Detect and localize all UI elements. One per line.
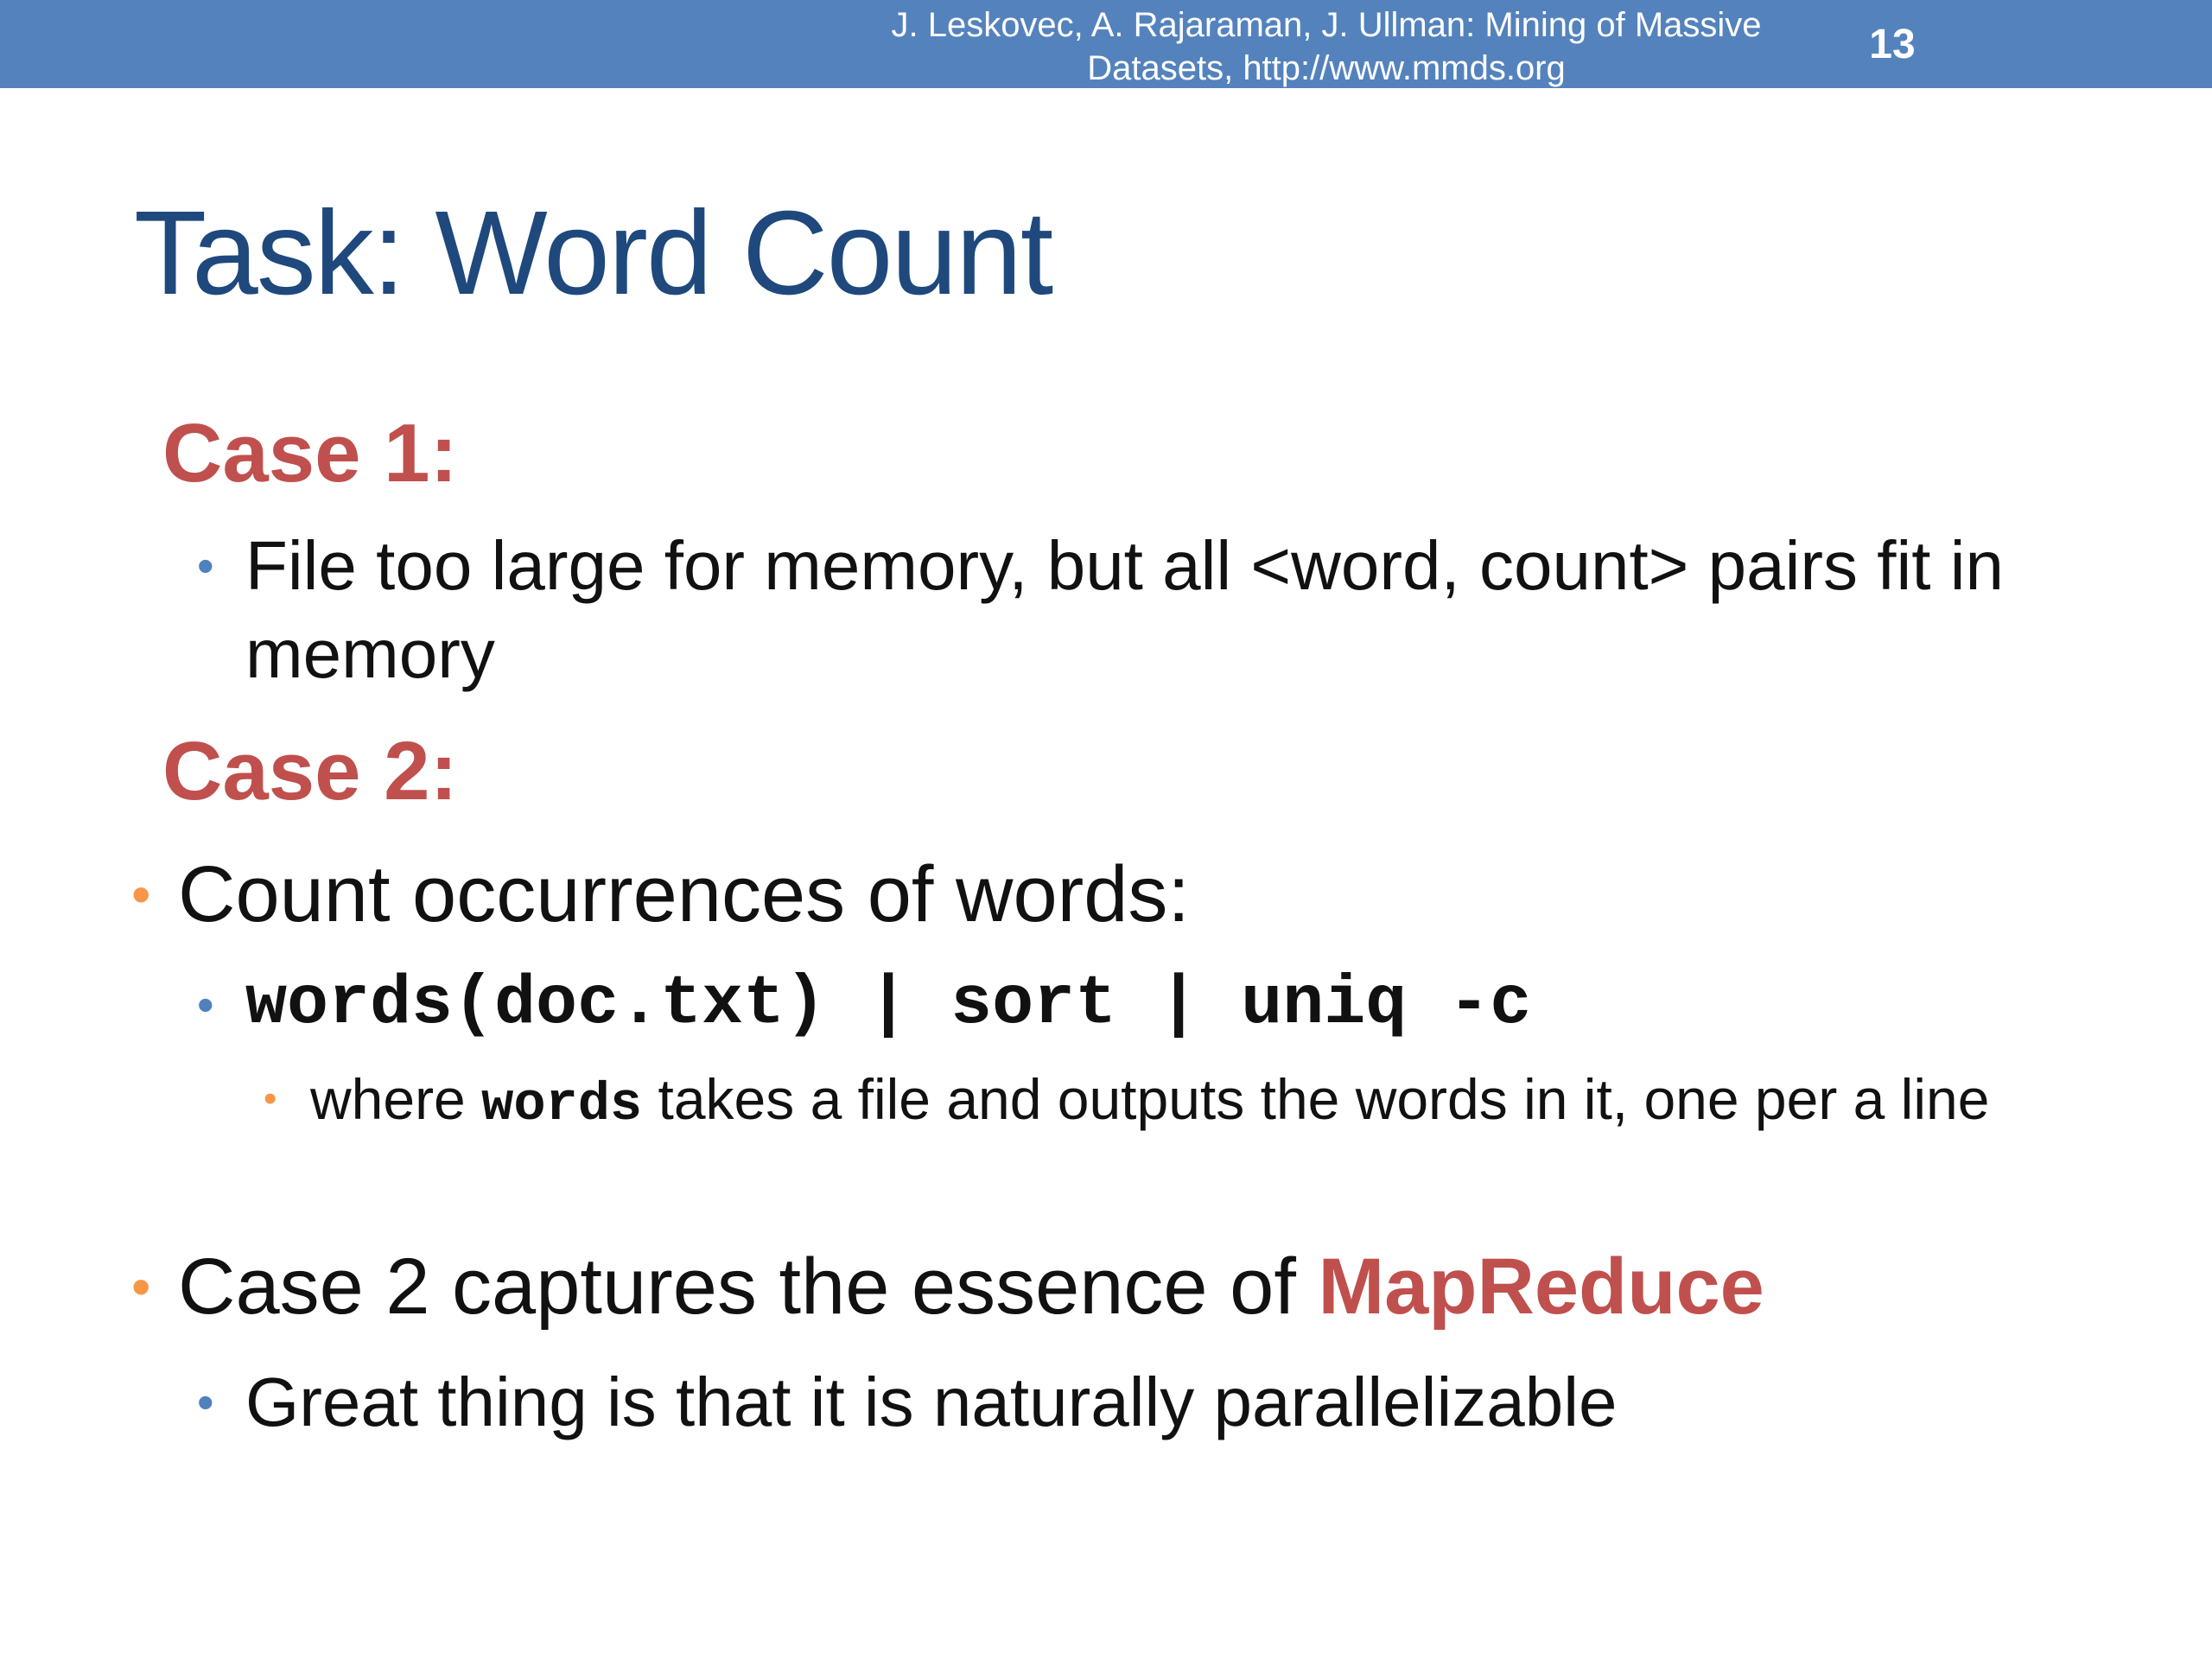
count-occurrences-bullet: • Count occurrences of words: [131,847,2119,942]
where-text: where words takes a file and outputs the… [310,1061,2061,1143]
citation-line-2: Datasets, http://www.mmds.org [1087,49,1566,87]
essence-bullet: • Case 2 captures the essence of MapRedu… [131,1239,2119,1334]
bullet-dot-icon: • [197,1375,214,1429]
essence-text: Case 2 captures the essence of MapReduce [178,1239,2119,1334]
count-occurrences-text: Count occurrences of words: [178,850,1190,938]
header-bar: J. Leskovec, A. Rajaraman, J. Ullman: Mi… [0,0,2212,88]
page-number: 13 [1869,22,1916,67]
command-bullet: • words(doc.txt) | sort | uniq -c [197,961,2055,1049]
slide-title: Task: Word Count [134,187,1053,320]
bullet-dot-icon: • [197,538,214,593]
great-thing-text: Great thing is that it is naturally para… [245,1363,1618,1440]
bullet-dot-icon: • [264,1077,277,1120]
citation: J. Leskovec, A. Rajaraman, J. Ullman: Mi… [812,3,1840,90]
command-text: words(doc.txt) | sort | uniq -c [245,965,1532,1044]
citation-line-1: J. Leskovec, A. Rajaraman, J. Ullman: Mi… [891,6,1762,44]
bullet-dot-icon: • [131,863,151,925]
mapreduce-highlight: MapReduce [1318,1243,1764,1331]
case-2-heading: Case 2: [162,725,458,817]
essence-prefix: Case 2 captures the essence of [178,1243,1319,1331]
slide: J. Leskovec, A. Rajaraman, J. Ullman: Mi… [0,0,2212,1659]
bullet-dot-icon: • [197,977,214,1032]
where-code: words [481,1074,643,1135]
case-1-bullet: • File too large for memory, but all <wo… [197,522,2055,698]
bullet-dot-icon: • [131,1255,151,1318]
where-prefix: where [310,1067,482,1131]
where-bullet: • where words takes a file and outputs t… [264,1061,2061,1143]
great-thing-bullet: • Great thing is that it is naturally pa… [197,1358,2055,1446]
where-suffix: takes a file and outputs the words in it… [642,1067,1990,1131]
case-1-heading: Case 1: [162,407,458,499]
case-1-bullet-text: File too large for memory, but all <word… [245,527,2004,692]
